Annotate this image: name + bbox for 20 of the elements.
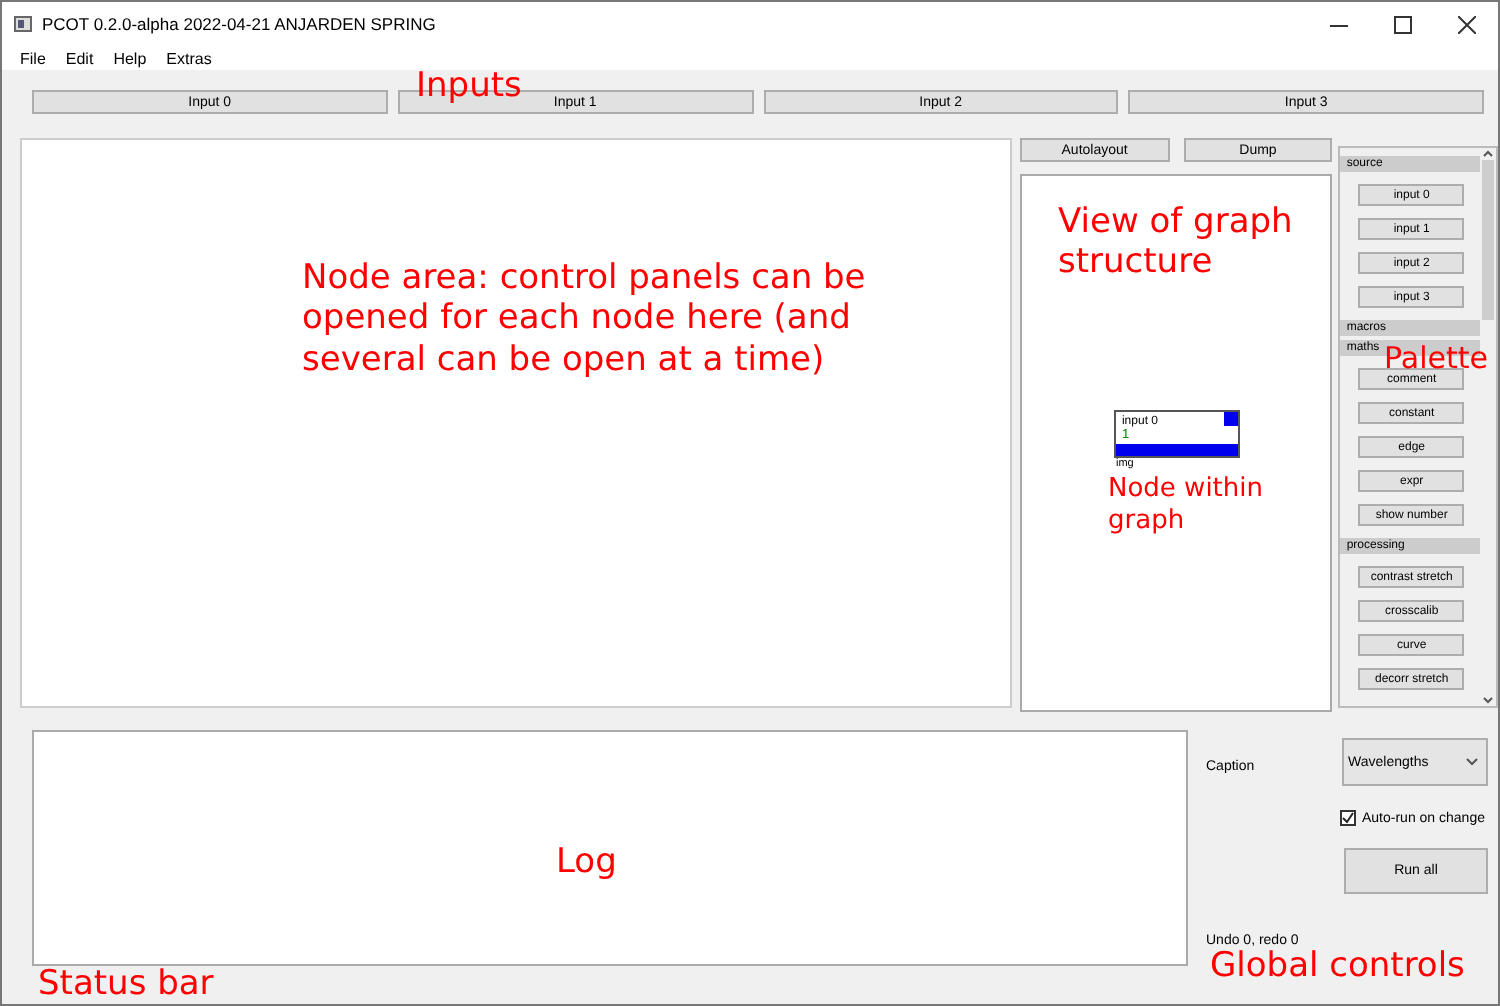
close-icon — [1457, 15, 1475, 33]
menu-item[interactable]: File — [20, 49, 46, 67]
menu-item[interactable]: Help — [113, 49, 147, 67]
scroll-down-icon[interactable] — [1482, 694, 1495, 706]
menu-item[interactable]: Edit — [65, 49, 94, 67]
annotation-label: Global controls — [1210, 946, 1465, 987]
annotation-label: Node area: control panels can be opened for each node here (and several can be open at a time) — [302, 258, 868, 381]
scroll-up-icon[interactable] — [1482, 148, 1495, 160]
window-title: PCOT 0.2.0-alpha 2022-04-21 ANJARDEN SPRING — [42, 14, 438, 34]
annotation-label: Node within graph — [1108, 474, 1265, 537]
node-corner-marker — [1223, 412, 1238, 426]
checkmark-icon — [1342, 812, 1354, 824]
app-icon — [14, 16, 32, 32]
menu-item[interactable]: Extras — [166, 49, 212, 67]
annotation-label: Log — [556, 842, 617, 883]
chevron-down-icon — [1466, 758, 1478, 766]
annotation-label: View of graph structure — [1058, 202, 1295, 284]
maximize-icon — [1393, 15, 1411, 33]
annotation-label: Status bar — [38, 964, 214, 1005]
node-output-bar — [1115, 444, 1238, 456]
